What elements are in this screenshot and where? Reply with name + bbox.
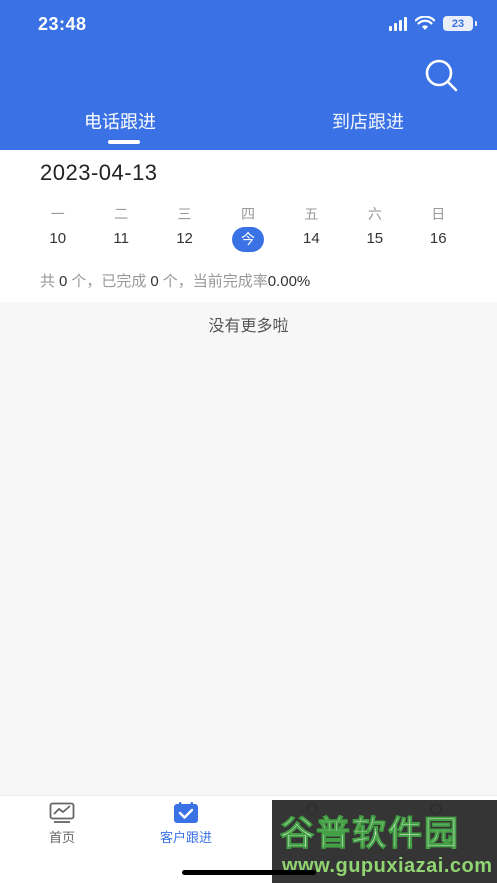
total-count: 0 <box>59 273 68 290</box>
completed-count: 0 <box>150 273 159 290</box>
wifi-icon <box>415 16 435 30</box>
weekday-label: 日 <box>431 206 446 222</box>
today-badge: 今 <box>231 227 264 252</box>
day-number: 14 <box>303 230 320 247</box>
day-tuesday[interactable]: 二 11 <box>89 205 152 251</box>
watermark-title: 谷普软件园 <box>280 815 460 854</box>
tab-customer-followup[interactable]: 客户跟进 <box>146 802 226 846</box>
tab-home-label: 首页 <box>48 830 75 845</box>
list-end-text: 没有更多啦 <box>208 318 289 335</box>
weekday-label: 三 <box>177 206 192 222</box>
tab-store-followup[interactable]: 到店跟进 <box>332 108 404 134</box>
tab-home[interactable]: 首页 <box>22 802 102 846</box>
weekday-label: 五 <box>304 206 319 222</box>
status-icons: 23 <box>389 16 477 31</box>
cellular-signal-icon <box>389 16 407 31</box>
completion-rate: 0.00% <box>267 273 311 290</box>
tab-customer-followup-label: 客户跟进 <box>159 830 212 845</box>
status-time: 23:48 <box>38 14 87 34</box>
weekday-label: 六 <box>367 206 382 222</box>
completion-summary: 共 0 个，已完成 0 个，当前完成率0.00% <box>40 273 311 290</box>
battery-icon: 23 <box>443 16 477 31</box>
app-header: 23:48 23 电话跟进 到店跟进 <box>0 0 497 150</box>
day-friday[interactable]: 五 14 <box>280 205 343 251</box>
weekday-label: 二 <box>114 206 129 222</box>
home-indicator <box>182 870 316 875</box>
home-chart-icon <box>49 802 75 823</box>
day-number: 10 <box>49 230 67 247</box>
day-sunday[interactable]: 日 16 <box>407 205 470 251</box>
active-tab-indicator <box>108 140 140 144</box>
day-number: 12 <box>176 230 193 247</box>
weekday-label: 一 <box>50 206 65 222</box>
calendar-panel: 2023-04-13 一 10 二 11 三 12 四 今 五 14 六 15 … <box>0 150 497 302</box>
day-thursday-today[interactable]: 四 今 <box>216 205 279 252</box>
day-monday[interactable]: 一 10 <box>26 205 89 251</box>
tab-phone-followup[interactable]: 电话跟进 <box>84 108 156 134</box>
day-saturday[interactable]: 六 15 <box>343 205 406 251</box>
search-icon[interactable] <box>422 56 460 94</box>
current-date[interactable]: 2023-04-13 <box>40 160 158 186</box>
calendar-check-icon <box>174 802 198 823</box>
day-wednesday[interactable]: 三 12 <box>153 205 216 251</box>
day-number: 11 <box>113 230 129 247</box>
weekday-label: 四 <box>240 206 255 222</box>
week-strip: 一 10 二 11 三 12 四 今 五 14 六 15 日 16 <box>26 205 470 252</box>
day-number: 15 <box>366 230 384 247</box>
day-number: 16 <box>429 230 447 247</box>
